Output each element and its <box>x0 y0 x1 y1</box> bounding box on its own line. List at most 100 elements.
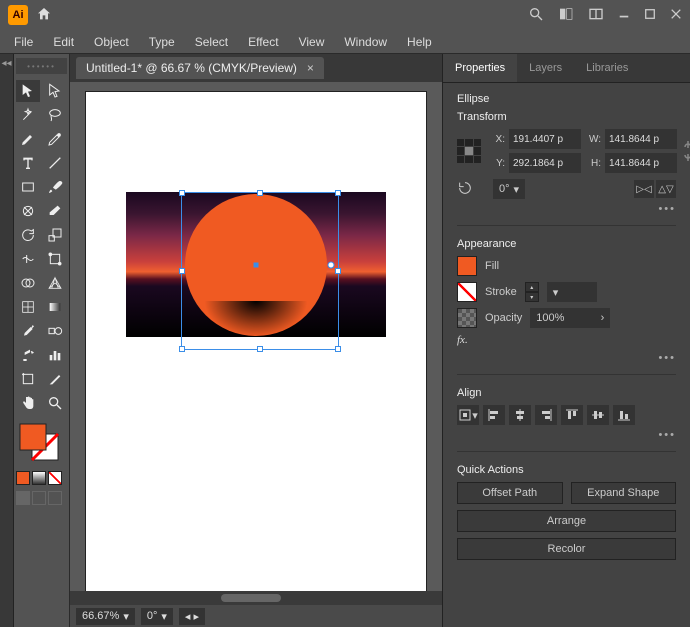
selection-tool[interactable] <box>16 80 40 102</box>
tools-header[interactable]: •••••• <box>16 58 67 74</box>
appearance-more-icon[interactable]: ••• <box>457 352 676 364</box>
menu-select[interactable]: Select <box>187 33 236 51</box>
rotate-view-field[interactable]: 0° ▾ <box>141 608 173 625</box>
align-to-button[interactable]: ▾ <box>457 405 479 425</box>
menu-file[interactable]: File <box>6 33 41 51</box>
gradient-tool[interactable] <box>43 296 67 318</box>
rotate-field[interactable]: 0°▾ <box>493 179 525 199</box>
opacity-field[interactable]: 100%› <box>530 308 610 328</box>
minimize-button[interactable] <box>618 8 630 23</box>
horizontal-scrollbar[interactable] <box>70 591 442 605</box>
workspace-icon[interactable] <box>558 6 574 25</box>
stroke-weight-stepper[interactable]: ▴▾ <box>525 282 539 302</box>
align-more-icon[interactable]: ••• <box>457 429 676 441</box>
canvas[interactable] <box>70 82 442 591</box>
app-icon: Ai <box>8 5 28 25</box>
artboard-nav[interactable]: ◂ ▸ <box>179 608 205 625</box>
lasso-tool[interactable] <box>43 104 67 126</box>
transform-more-icon[interactable]: ••• <box>457 203 676 215</box>
flip-horizontal-button[interactable]: ▷◁ <box>634 180 654 198</box>
zoom-field[interactable]: 66.67% ▾ <box>76 608 135 625</box>
home-icon[interactable] <box>36 6 52 25</box>
mesh-tool[interactable] <box>16 296 40 318</box>
opacity-label: Opacity <box>485 312 522 324</box>
slice-tool[interactable] <box>43 368 67 390</box>
fill-swatch[interactable] <box>457 256 477 276</box>
x-field[interactable]: 191.4407 p <box>509 129 581 149</box>
stroke-weight-field[interactable]: ▾ <box>547 282 597 302</box>
w-field[interactable]: 141.8644 p <box>605 129 677 149</box>
align-right-button[interactable] <box>535 405 557 425</box>
width-tool[interactable] <box>16 248 40 270</box>
align-section: Align ▾ ••• <box>457 387 676 452</box>
flip-vertical-button[interactable]: △▽ <box>656 180 676 198</box>
menu-effect[interactable]: Effect <box>240 33 286 51</box>
opacity-swatch[interactable] <box>457 308 477 328</box>
expand-shape-button[interactable]: Expand Shape <box>571 482 677 504</box>
artboard[interactable] <box>86 92 426 591</box>
constrain-proportions-icon[interactable] <box>681 137 690 165</box>
search-icon[interactable] <box>528 6 544 25</box>
offset-path-button[interactable]: Offset Path <box>457 482 563 504</box>
direct-selection-tool[interactable] <box>43 80 67 102</box>
pen-tool[interactable] <box>16 128 40 150</box>
menu-type[interactable]: Type <box>141 33 183 51</box>
fx-button[interactable]: fx. <box>457 334 468 346</box>
color-mode-row[interactable] <box>16 471 67 485</box>
blend-tool[interactable] <box>43 320 67 342</box>
symbol-sprayer-tool[interactable] <box>16 344 40 366</box>
artboard-tool[interactable] <box>16 368 40 390</box>
fill-stroke-wells[interactable] <box>16 420 67 467</box>
tab-layers[interactable]: Layers <box>517 54 574 82</box>
stroke-swatch[interactable] <box>457 282 477 302</box>
menu-view[interactable]: View <box>291 33 333 51</box>
align-top-button[interactable] <box>561 405 583 425</box>
draw-mode-row[interactable] <box>16 491 67 505</box>
eraser-tool[interactable] <box>43 200 67 222</box>
hand-tool[interactable] <box>16 392 40 414</box>
document-tab[interactable]: Untitled-1* @ 66.67 % (CMYK/Preview) × <box>76 57 324 79</box>
shape-builder-tool[interactable] <box>16 272 40 294</box>
right-panels: Properties Layers Libraries Ellipse Tran… <box>442 54 690 627</box>
maximize-button[interactable] <box>644 8 656 23</box>
curvature-tool[interactable] <box>43 128 67 150</box>
appearance-title: Appearance <box>457 238 676 250</box>
eyedropper-tool[interactable] <box>16 320 40 342</box>
tab-libraries[interactable]: Libraries <box>574 54 640 82</box>
y-field[interactable]: 292.1864 p <box>509 153 581 173</box>
perspective-grid-tool[interactable] <box>43 272 67 294</box>
align-hcenter-button[interactable] <box>509 405 531 425</box>
zoom-tool[interactable] <box>43 392 67 414</box>
column-graph-tool[interactable] <box>43 344 67 366</box>
align-vcenter-button[interactable] <box>587 405 609 425</box>
stroke-label: Stroke <box>485 286 517 298</box>
tab-properties[interactable]: Properties <box>443 54 517 82</box>
magic-wand-tool[interactable] <box>16 104 40 126</box>
menu-edit[interactable]: Edit <box>45 33 82 51</box>
menu-window[interactable]: Window <box>336 33 395 51</box>
close-button[interactable] <box>670 8 682 23</box>
rotate-tool[interactable] <box>16 224 40 246</box>
recolor-button[interactable]: Recolor <box>457 538 676 560</box>
status-bar: 66.67% ▾ 0° ▾ ◂ ▸ <box>70 605 442 627</box>
arrange-docs-icon[interactable] <box>588 6 604 25</box>
align-left-button[interactable] <box>483 405 505 425</box>
close-tab-icon[interactable]: × <box>307 61 314 75</box>
selection-bounding-box[interactable] <box>181 192 339 350</box>
align-bottom-button[interactable] <box>613 405 635 425</box>
rotate-icon <box>457 180 485 199</box>
free-transform-tool[interactable] <box>43 248 67 270</box>
reference-point-locator[interactable] <box>457 139 481 163</box>
arrange-button[interactable]: Arrange <box>457 510 676 532</box>
line-tool[interactable] <box>43 152 67 174</box>
shaper-tool[interactable] <box>16 200 40 222</box>
quick-actions-section: Quick Actions Offset Path Expand Shape A… <box>457 464 676 560</box>
menu-object[interactable]: Object <box>86 33 137 51</box>
rectangle-tool[interactable] <box>16 176 40 198</box>
paintbrush-tool[interactable] <box>43 176 67 198</box>
type-tool[interactable] <box>16 152 40 174</box>
scale-tool[interactable] <box>43 224 67 246</box>
panel-collapse-strip[interactable]: ◂◂ <box>0 54 14 627</box>
menu-help[interactable]: Help <box>399 33 440 51</box>
h-field[interactable]: 141.8644 p <box>605 153 677 173</box>
